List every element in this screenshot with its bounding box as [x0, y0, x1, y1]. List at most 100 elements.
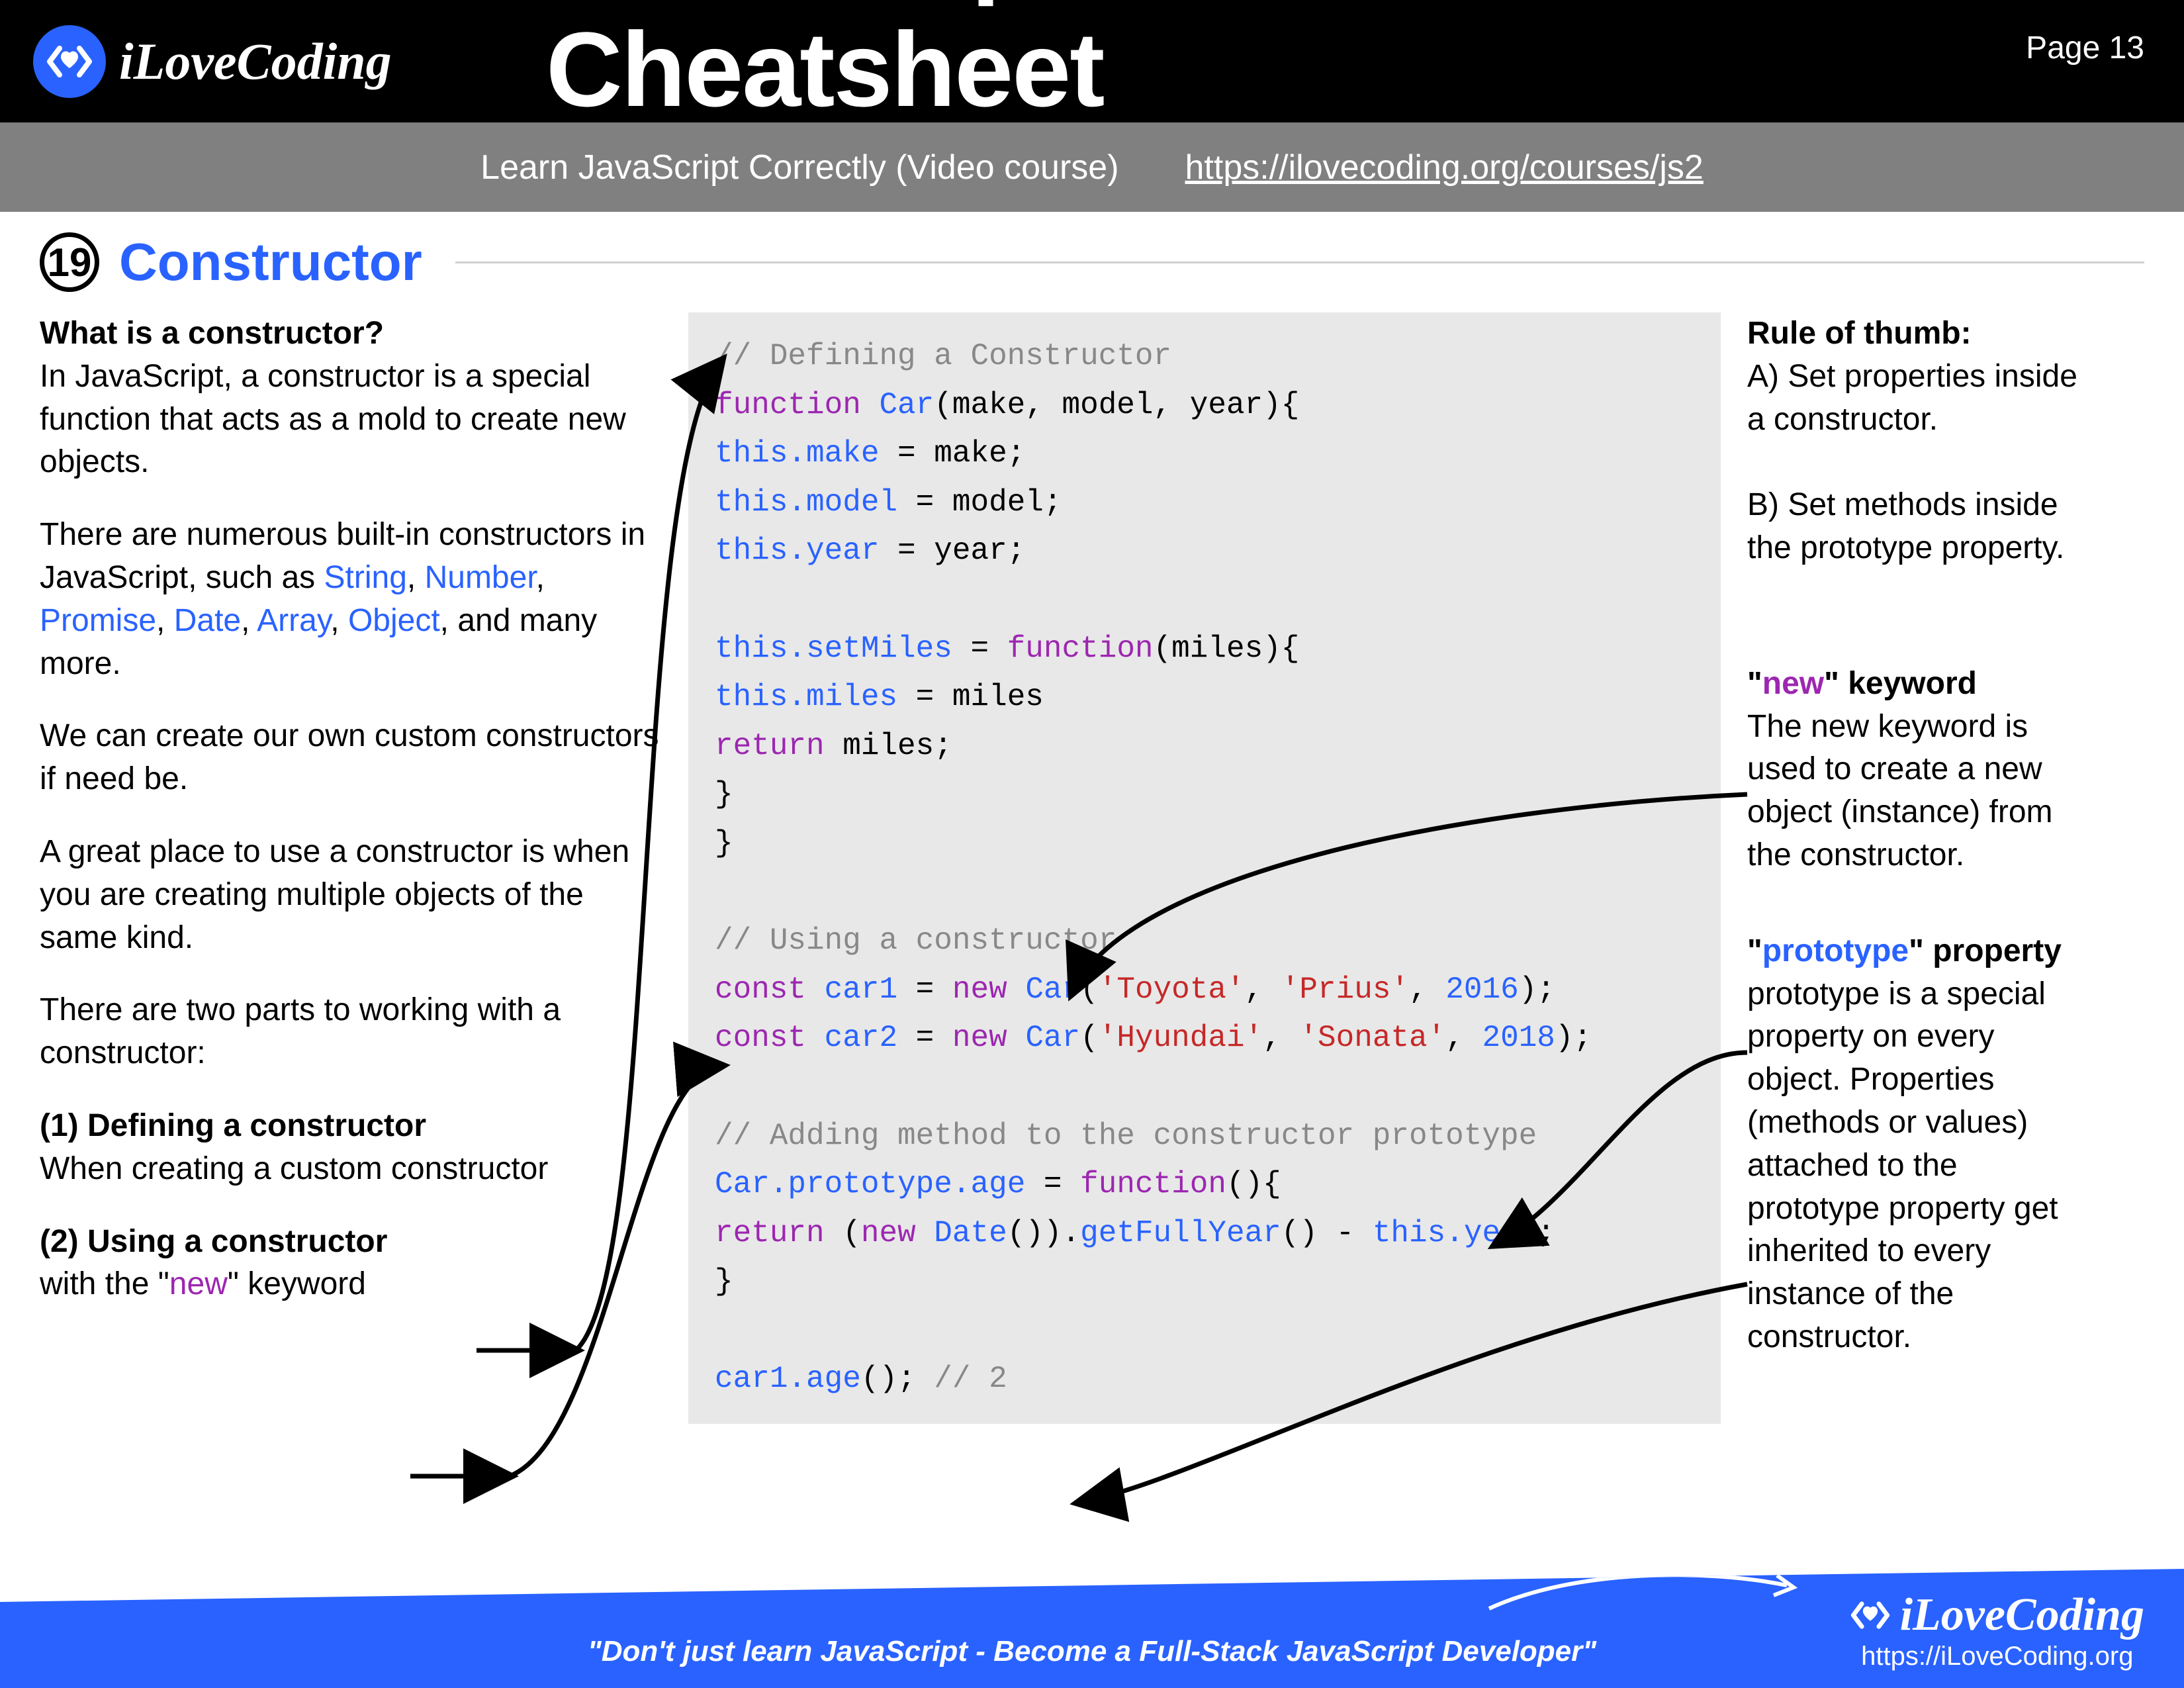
para-1: In JavaScript, a constructor is a specia… [40, 359, 626, 480]
code-age-call: .age [788, 1362, 860, 1396]
code-str-prius: 'Prius' [1281, 972, 1409, 1007]
para-5: There are two parts to working with a co… [40, 989, 668, 1075]
code-l4c: = year; [879, 534, 1025, 568]
code-prototype: .prototype [770, 1167, 952, 1201]
code-l5e: (miles){ [1154, 632, 1300, 666]
part2-body-b: " keyword [228, 1266, 366, 1301]
part1-title: (1) Defining a constructor [40, 1108, 426, 1143]
code-car1-call: car1 [715, 1362, 788, 1396]
code-l5c: = [952, 632, 1007, 666]
page-title: JavaScript Cheatsheet [546, 0, 1638, 130]
code-kw-return-2: return [715, 1216, 825, 1250]
left-column: What is a constructor? In JavaScript, a … [40, 312, 688, 1424]
code-l12d: = [1025, 1167, 1080, 1201]
code-prop-model: .model [788, 485, 897, 520]
question-title: What is a constructor? [40, 316, 384, 351]
code-l13e: ()). [1007, 1216, 1080, 1250]
builtin-date: Date [174, 603, 241, 638]
code-kw-new-1: new [952, 972, 1007, 1007]
code-l1c: (make, model, year){ [934, 388, 1299, 422]
section-rule [455, 261, 2144, 263]
code-l11l: ); [1555, 1021, 1592, 1055]
code-this-2: this [715, 485, 788, 520]
code-kw-function-3: function [1080, 1167, 1226, 1201]
code-l13j: ; [1537, 1216, 1555, 1250]
builtin-object: Object [348, 603, 440, 638]
rule-a: A) Set properties inside a constructor. [1747, 359, 2077, 437]
part2-new-kw: new [169, 1266, 228, 1301]
subtitle-text: Learn JavaScript Correctly (Video course… [480, 148, 1118, 187]
brand-text: iLoveCoding [119, 32, 392, 91]
code-age: .age [952, 1167, 1025, 1201]
course-link[interactable]: https://ilovecoding.org/courses/js2 [1185, 148, 1704, 187]
header-logo-area: iLoveCoding [33, 25, 392, 98]
footer-url[interactable]: https://iLoveCoding.org [1861, 1642, 2133, 1671]
section-number: 19 [48, 240, 92, 285]
code-this-1: this [715, 436, 788, 471]
proto-kw-title: prototype [1762, 933, 1909, 968]
code-this-4: this [715, 632, 788, 666]
new-body: The new keyword is used to create a new … [1747, 709, 2053, 872]
rule-title: Rule of thumb: [1747, 316, 1972, 351]
code-kw-new-2: new [952, 1021, 1007, 1055]
builtin-array: Array [257, 603, 330, 638]
code-str-hyundai: 'Hyundai' [1099, 1021, 1263, 1055]
code-l10c: = [897, 972, 952, 1007]
builtin-promise: Promise [40, 603, 156, 638]
code-this-5: this [715, 680, 788, 714]
code-l11c: = [897, 1021, 952, 1055]
code-prop-year: .year [788, 534, 879, 568]
code-l6c: = miles [897, 680, 1044, 714]
code-comment-3: // Adding method to the constructor prot… [715, 1119, 1537, 1153]
code-num-2018: 2018 [1482, 1021, 1555, 1055]
code-l7b: miles; [825, 729, 952, 763]
code-l10l: ); [1519, 972, 1555, 1007]
code-car-2: Car [1007, 1021, 1080, 1055]
code-l15c: (); [861, 1362, 934, 1396]
code-l3c: = model; [897, 485, 1062, 520]
code-prop-setmiles: .setMiles [788, 632, 952, 666]
footer-logo-icon [1850, 1595, 1890, 1635]
code-str-sonata: 'Sonata' [1299, 1021, 1445, 1055]
code-comment-2: // Using a constructor [715, 923, 1116, 958]
code-l11j: , [1445, 1021, 1482, 1055]
right-column: Rule of thumb: A) Set properties inside … [1721, 312, 2091, 1424]
builtin-string: String [324, 560, 407, 595]
part2-title: (2) Using a constructor [40, 1224, 387, 1259]
code-l11f: ( [1080, 1021, 1099, 1055]
builtin-number: Number [425, 560, 536, 595]
code-comment-1: // Defining a Constructor [715, 339, 1171, 373]
part1-body: When creating a custom constructor [40, 1151, 548, 1186]
code-num-2016: 2016 [1445, 972, 1518, 1007]
rule-b: B) Set methods inside the prototype prop… [1747, 487, 2064, 565]
para-4: A great place to use a constructor is wh… [40, 831, 668, 959]
code-date: Date [916, 1216, 1007, 1250]
section-header: 19 Constructor [40, 232, 2144, 293]
code-var-car2: car2 [806, 1021, 897, 1055]
code-l8: } [715, 777, 733, 812]
code-l13b: ( [825, 1216, 861, 1250]
new-q1: " [1747, 666, 1762, 701]
code-fn-name: Car [861, 388, 934, 422]
code-str-toyota: 'Toyota' [1099, 972, 1245, 1007]
proto-q2: " property [1909, 933, 2062, 968]
code-year-2: .year [1445, 1216, 1537, 1250]
new-q2: " keyword [1824, 666, 1977, 701]
code-kw-new-3: new [861, 1216, 916, 1250]
logo-icon [33, 25, 106, 98]
code-kw-function: function [715, 388, 861, 422]
code-kw-return-1: return [715, 729, 825, 763]
footer-brand: iLoveCoding [1900, 1589, 2144, 1642]
proto-q1: " [1747, 933, 1762, 968]
code-l10f: ( [1080, 972, 1099, 1007]
section-title: Constructor [119, 232, 422, 293]
para-3: We can create our own custom constructor… [40, 715, 668, 801]
code-car-3: Car [715, 1167, 770, 1201]
code-this-6: this [1373, 1216, 1445, 1250]
page-number: Page 13 [2026, 30, 2144, 66]
code-kw-function-2: function [1007, 632, 1154, 666]
code-getfullyear: getFullYear [1080, 1216, 1281, 1250]
code-prop-miles: .miles [788, 680, 897, 714]
footer: "Don't just learn JavaScript - Become a … [0, 1549, 2184, 1688]
header-black-bar: iLoveCoding JavaScript Cheatsheet Page 1… [0, 0, 2184, 122]
